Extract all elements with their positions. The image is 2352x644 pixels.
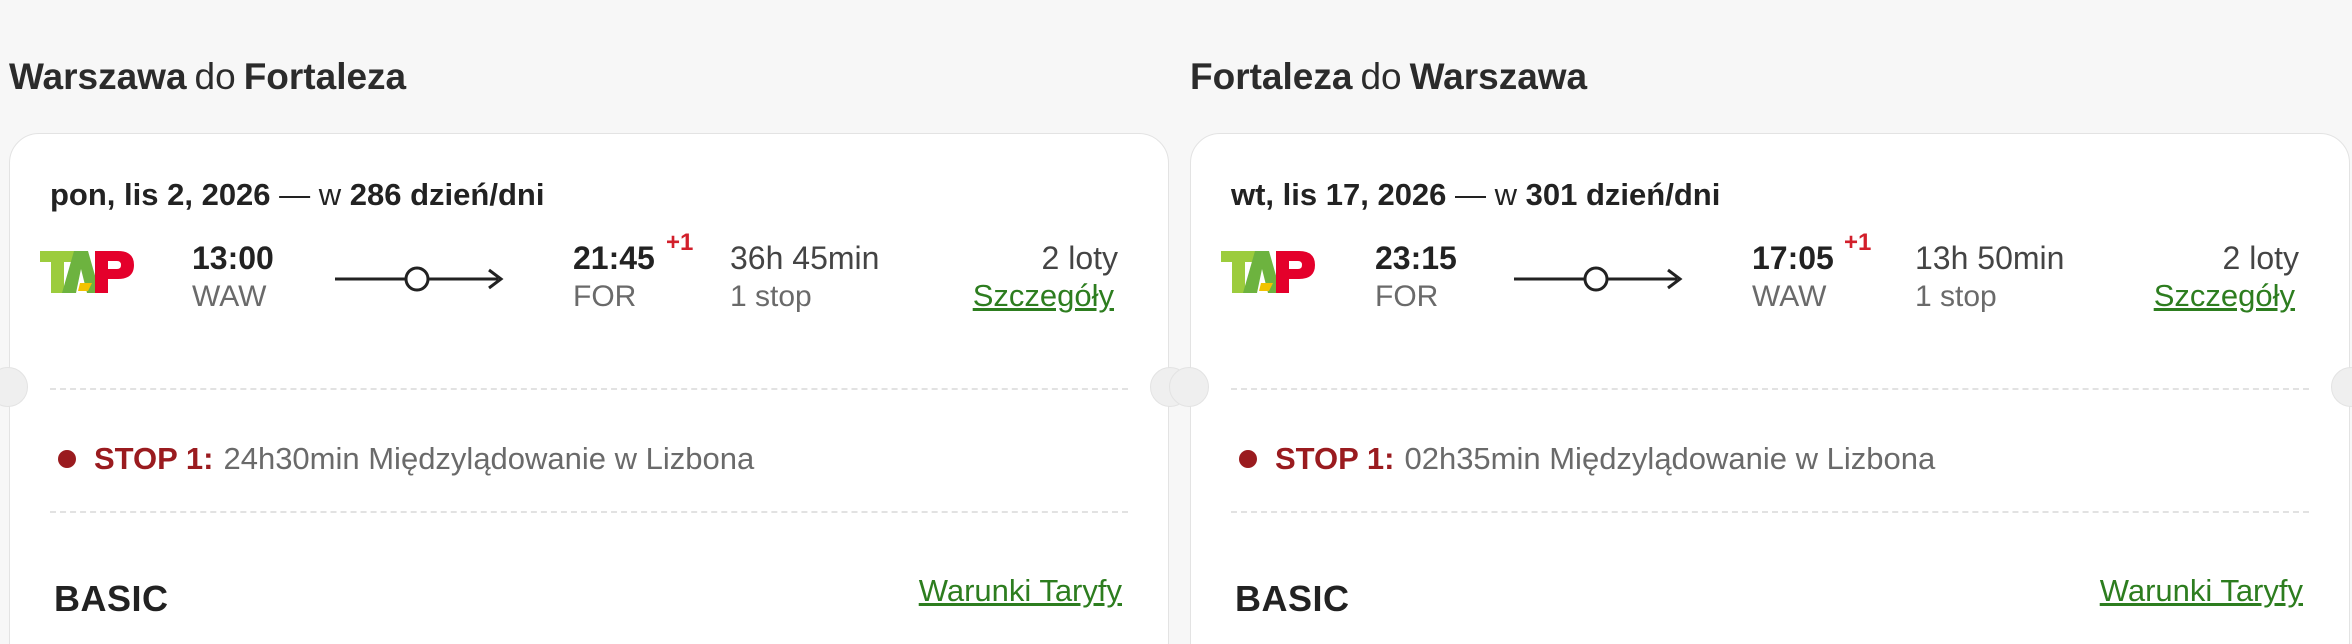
stop-count: 1 stop [1915,280,1997,313]
flight-duration: 36h 45min [730,240,880,276]
stop-label: STOP 1: [1275,441,1395,476]
heading-origin: Fortaleza [1190,56,1353,97]
flight-count: 2 loty [2222,240,2299,276]
route-arrow-icon [1514,266,1683,292]
ticket-notch-right [2331,367,2352,407]
fare-terms-link[interactable]: Warunki Taryfy [2100,573,2303,609]
departure-airport-code: WAW [192,280,267,313]
heading-separator: do [194,56,236,97]
heading-destination: Fortaleza [243,56,407,97]
outbound-leg: Warszawa do Fortaleza pon, lis 2, 2026 — w… [0,0,1190,644]
flight-date: pon, lis 2, 2026 — w 286 dzień/dni [50,177,544,213]
flight-day: pon, lis 2, 2026 [50,177,271,212]
fare-terms-link[interactable]: Warunki Taryfy [919,573,1122,609]
date-separator: — w [1446,177,1526,212]
stop-dot-icon [58,450,76,468]
stop-label: STOP 1: [94,441,214,476]
next-day-indicator: +1 [666,229,694,256]
leg-heading: Fortaleza do Warszawa [1190,56,1587,98]
stop-dot-icon [1239,450,1257,468]
heading-destination: Warszawa [1409,56,1588,97]
days-until: 286 dzień/dni [349,177,545,212]
stop-description: 02h35min Międzylądowanie w Lizbona [1404,441,1936,476]
arrival-time: 21:45 [573,240,655,276]
heading-origin: Warszawa [9,56,187,97]
next-day-indicator: +1 [1844,229,1872,256]
tap-airline-logo-icon [1221,251,1315,293]
stop-count: 1 stop [730,280,812,313]
fare-name: BASIC [1235,578,1350,619]
tap-airline-logo-icon [40,251,134,293]
arrival-airport-code: FOR [573,280,637,313]
stop-description: 24h30min Międzylądowanie w Lizbona [223,441,755,476]
leg-heading: Warszawa do Fortaleza [9,56,406,98]
heading-separator: do [1360,56,1402,97]
details-link[interactable]: Szczegóły [2154,278,2295,314]
flight-card: wt, lis 17, 2026 — w 301 dzień/dni 23:15… [1169,133,2352,644]
details-link[interactable]: Szczegóły [973,278,1114,314]
departure-time: 23:15 [1375,240,1457,276]
departure-airport-code: FOR [1375,280,1439,313]
fare-name: BASIC [54,578,169,619]
ticket-notch-left [1169,367,1209,407]
divider [50,511,1128,513]
days-until: 301 dzień/dni [1525,177,1721,212]
arrival-airport-code: WAW [1752,280,1827,313]
stopover-info: STOP 1: 24h30min Międzylądowanie w Lizbo… [58,441,754,477]
divider [50,388,1128,390]
return-leg: Fortaleza do Warszawa wt, lis 17, 2026 — w… [1169,0,2352,644]
flight-card: pon, lis 2, 2026 — w 286 dzień/dni 13:00… [0,133,1190,644]
flight-day: wt, lis 17, 2026 [1231,177,1447,212]
date-separator: — w [270,177,350,212]
divider [1231,511,2309,513]
flight-duration: 13h 50min [1915,240,2065,276]
arrival-time: 17:05 [1752,240,1834,276]
divider [1231,388,2309,390]
stopover-info: STOP 1: 02h35min Międzylądowanie w Lizbo… [1239,441,1935,477]
flight-date: wt, lis 17, 2026 — w 301 dzień/dni [1231,177,1720,213]
ticket-notch-left [0,367,28,407]
flight-count: 2 loty [1041,240,1118,276]
route-arrow-icon [335,266,504,292]
departure-time: 13:00 [192,240,274,276]
